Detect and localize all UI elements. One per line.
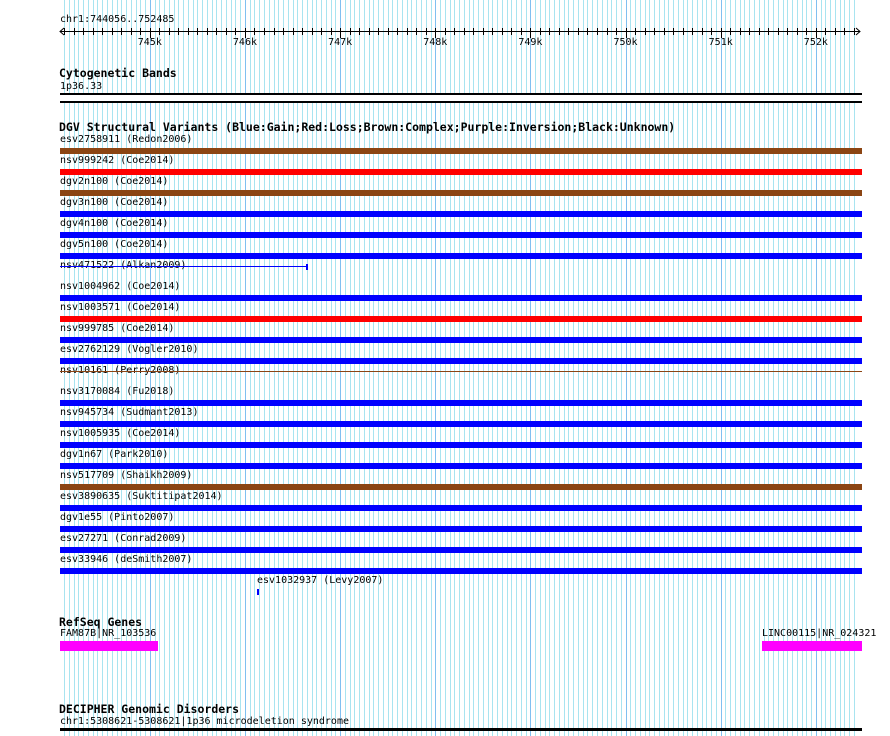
variant-feature-gain[interactable] (60, 211, 862, 217)
ruler-tick-label: 745k (138, 37, 162, 48)
variant-feature-gain[interactable] (60, 253, 862, 259)
variant-feature-gain[interactable] (60, 266, 307, 267)
variant-feature-gain[interactable] (60, 547, 862, 553)
variant-feature-gain[interactable] (60, 337, 862, 343)
variant-label: nsv1005935 (Coe2014) (60, 428, 181, 439)
variant-label: dgv3n100 (Coe2014) (60, 197, 169, 208)
variant-label: nsv1004962 (Coe2014) (60, 281, 181, 292)
variant-end-cap (306, 264, 308, 270)
cytoband-feature[interactable] (60, 93, 862, 103)
variant-label: dgv1n67 (Park2010) (60, 449, 169, 460)
variant-label: esv2758911 (Redon2006) (60, 134, 193, 145)
variant-feature-loss[interactable] (60, 169, 862, 175)
ruler-tick-label: 751k (709, 37, 733, 48)
track-title: Cytogenetic Bands (59, 66, 177, 80)
variant-label: esv27271 (Conrad2009) (60, 533, 187, 544)
track-title: DGV Structural Variants (Blue:Gain;Red:L… (59, 120, 676, 134)
ruler-tick-label: 748k (423, 37, 447, 48)
variant-label: nsv3170084 (Fu2018) (60, 386, 175, 397)
variant-label: nsv945734 (Sudmant2013) (60, 407, 199, 418)
decipher-feature[interactable] (60, 728, 862, 731)
decipher-label: chr1:5308621-5308621|1p36 microdeletion … (60, 716, 349, 727)
variant-label: esv2762129 (Vogler2010) (60, 344, 199, 355)
variant-feature-gain[interactable] (257, 589, 259, 595)
gene-label: LINC00115|NR_024321 (762, 628, 877, 639)
variant-feature-gain[interactable] (60, 505, 862, 511)
variant-label: nsv1003571 (Coe2014) (60, 302, 181, 313)
variant-feature-complex[interactable] (60, 148, 862, 154)
ruler-tick-label: 749k (518, 37, 542, 48)
gene-label: FAM87B|NR_103536 (60, 628, 157, 639)
variant-feature-complex[interactable] (60, 190, 862, 196)
ruler[interactable]: 745k 746k 747k 748k 749k 750k 751k 752k (0, 0, 890, 60)
ruler-tick-label: 746k (233, 37, 257, 48)
variant-feature-gain[interactable] (60, 526, 862, 532)
ruler-tick-label: 752k (804, 37, 828, 48)
variant-label: esv33946 (deSmith2007) (60, 554, 193, 565)
variant-feature-gain[interactable] (60, 358, 862, 364)
variant-label: nsv999242 (Coe2014) (60, 155, 175, 166)
variant-feature-loss[interactable] (60, 316, 862, 322)
variant-feature-gain[interactable] (60, 295, 862, 301)
variant-label: dgv1e55 (Pinto2007) (60, 512, 175, 523)
variant-label: dgv4n100 (Coe2014) (60, 218, 169, 229)
variant-label: nsv999785 (Coe2014) (60, 323, 175, 334)
variant-feature-gain[interactable] (60, 421, 862, 427)
variant-feature-gain[interactable] (60, 442, 862, 448)
location-label: chr1:744056..752485 (60, 14, 175, 25)
gene-feature[interactable] (762, 641, 862, 651)
variant-feature-gain[interactable] (60, 232, 862, 238)
variant-label: esv1032937 (Levy2007) (257, 575, 384, 586)
variant-feature-gain[interactable] (60, 400, 862, 406)
variant-feature-gain[interactable] (60, 568, 862, 574)
track-title: DECIPHER Genomic Disorders (59, 702, 240, 716)
variant-feature-complex[interactable] (60, 371, 862, 372)
ruler-tick-label: 747k (328, 37, 352, 48)
variant-label: dgv5n100 (Coe2014) (60, 239, 169, 250)
gene-feature[interactable] (60, 641, 158, 651)
ruler-tick-label: 750k (614, 37, 638, 48)
variant-feature-gain[interactable] (60, 463, 862, 469)
cytoband-label: 1p36.33 (60, 81, 103, 92)
variant-label: nsv517709 (Shaikh2009) (60, 470, 193, 481)
variant-feature-complex[interactable] (60, 484, 862, 490)
variant-label: dgv2n100 (Coe2014) (60, 176, 169, 187)
variant-label: esv3890635 (Suktitipat2014) (60, 491, 223, 502)
